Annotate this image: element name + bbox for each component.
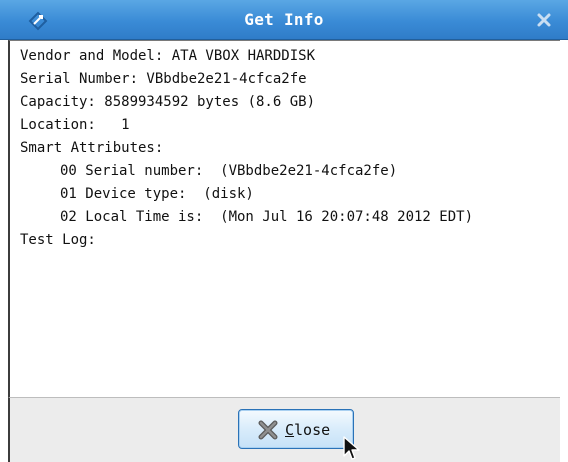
- info-line-smart-header: Smart Attributes:: [20, 140, 164, 156]
- test-log-label: Test Log:: [20, 232, 96, 248]
- window-title: Get Info: [244, 10, 324, 29]
- close-button-mnemonic: C: [285, 421, 295, 439]
- info-line-capacity: Capacity: 8589934592 bytes (8.6 GB): [20, 94, 316, 110]
- close-button-label: Close: [285, 410, 330, 450]
- button-bar: Close: [8, 397, 560, 462]
- mouse-pointer-icon: [343, 436, 360, 460]
- info-line-location: Location: 1: [20, 117, 130, 133]
- close-x-icon[interactable]: [534, 10, 554, 30]
- get-info-window: Get Info Vendor and Model: ATA VBOX HARD…: [0, 0, 568, 462]
- info-line-vendor: Vendor and Model: ATA VBOX HARDDISK: [20, 48, 316, 64]
- smart-attribute-00: 00 Serial number: (VBbdbe2e21-4cfca2fe): [60, 163, 398, 179]
- close-button[interactable]: Close: [238, 409, 354, 449]
- close-x-icon: [258, 420, 278, 440]
- smart-attribute-02: 02 Local Time is: (Mon Jul 16 20:07:48 2…: [60, 209, 474, 225]
- info-text-area[interactable]: Vendor and Model: ATA VBOX HARDDISK Seri…: [8, 40, 560, 397]
- info-line-serial: Serial Number: VBbdbe2e21-4cfca2fe: [20, 71, 307, 87]
- close-button-label-rest: lose: [294, 421, 331, 439]
- titlebar[interactable]: Get Info: [0, 0, 568, 40]
- smart-attribute-01: 01 Device type: (disk): [60, 186, 254, 202]
